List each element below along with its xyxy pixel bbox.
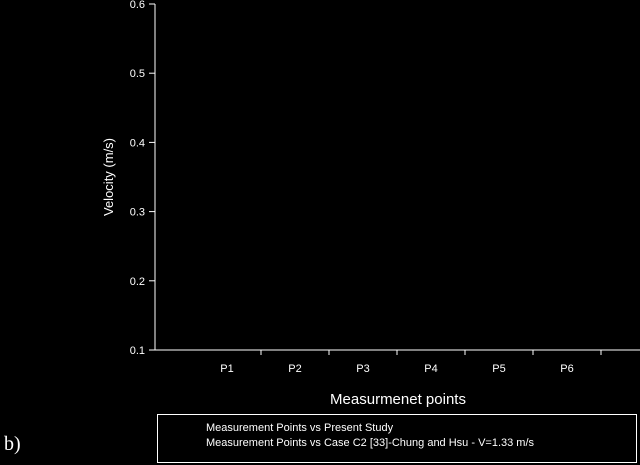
x-axis-ticks: P1 P2 P3 P4 P5 P6 [220,350,602,375]
y-tick-label: 0.5 [130,68,145,80]
x-tick-label: P4 [424,363,437,375]
x-axis-title: Measurmenet points [330,391,466,408]
plot-area [154,4,640,351]
panel-label: b) [4,433,21,455]
legend: Measurement Points vs Present Study Meas… [157,414,637,463]
x-tick-label: P3 [356,363,369,375]
legend-item-present-study: Measurement Points vs Present Study [206,422,394,434]
y-tick-label: 0.3 [130,207,145,219]
y-axis-ticks: 0.1 0.2 0.3 0.4 0.5 0.6 [130,0,155,357]
x-tick-label: P6 [560,363,573,375]
x-tick-label: P2 [288,363,301,375]
y-tick-label: 0.4 [130,137,145,149]
legend-item-chung-hsu: Measurement Points vs Case C2 [33]-Chung… [206,437,535,449]
y-tick-label: 0.2 [130,276,145,288]
y-axis-title: Velocity (m/s) [101,138,116,216]
velocity-chart: 0.1 0.2 0.3 0.4 0.5 0.6 P1 P2 P3 P4 P5 P6 Velocity… [101,0,640,408]
x-tick-label: P5 [492,363,505,375]
y-tick-label: 0.1 [130,345,145,357]
x-tick-label: P1 [220,363,233,375]
y-tick-label: 0.6 [130,0,145,11]
